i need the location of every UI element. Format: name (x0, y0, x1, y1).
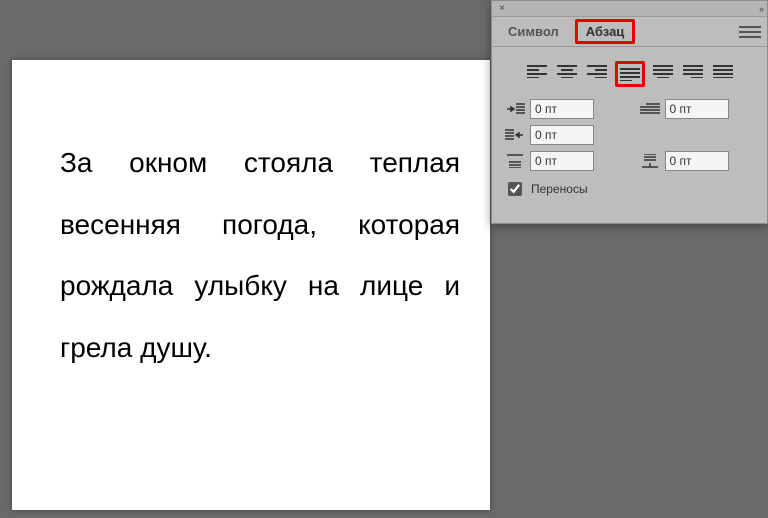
first-line-indent-field (639, 99, 756, 119)
tab-paragraph[interactable]: Абзац (575, 19, 636, 44)
align-left-icon[interactable] (525, 61, 549, 81)
space-before-input[interactable] (530, 151, 594, 171)
indent-fields (492, 99, 767, 171)
collapse-icon[interactable]: ›› (747, 4, 763, 14)
space-before-field (504, 151, 621, 171)
document-text[interactable]: За окном стояла теплая весенняя погода, … (60, 132, 460, 378)
indent-left-icon (504, 101, 526, 117)
indent-left-input[interactable] (530, 99, 594, 119)
panel-titlebar: × ›› (492, 1, 767, 17)
justify-last-right-icon[interactable] (681, 61, 705, 81)
panel-menu-icon[interactable] (739, 23, 761, 41)
indent-right-field (504, 125, 621, 145)
justify-last-center-icon[interactable] (651, 61, 675, 81)
document-canvas[interactable]: За окном стояла теплая весенняя погода, … (12, 60, 490, 510)
space-after-input[interactable] (665, 151, 729, 171)
justify-last-left-icon[interactable] (615, 61, 645, 87)
hyphenation-checkbox[interactable] (508, 182, 522, 196)
space-after-icon (639, 153, 661, 169)
space-after-field (639, 151, 756, 171)
first-line-indent-icon (639, 101, 661, 117)
space-before-icon (504, 153, 526, 169)
panel-tabs: Символ Абзац (492, 17, 767, 47)
tab-symbol[interactable]: Символ (498, 20, 569, 43)
indent-right-input[interactable] (530, 125, 594, 145)
align-center-icon[interactable] (555, 61, 579, 81)
alignment-row (492, 47, 767, 99)
hyphenation-label: Переносы (531, 182, 588, 196)
paragraph-panel: × ›› Символ Абзац (491, 0, 768, 224)
indent-right-icon (504, 127, 526, 143)
indent-left-field (504, 99, 621, 119)
justify-all-icon[interactable] (711, 61, 735, 81)
align-right-icon[interactable] (585, 61, 609, 81)
close-icon[interactable]: × (496, 3, 508, 14)
hyphenation-row: Переносы (492, 171, 767, 199)
first-line-indent-input[interactable] (665, 99, 729, 119)
